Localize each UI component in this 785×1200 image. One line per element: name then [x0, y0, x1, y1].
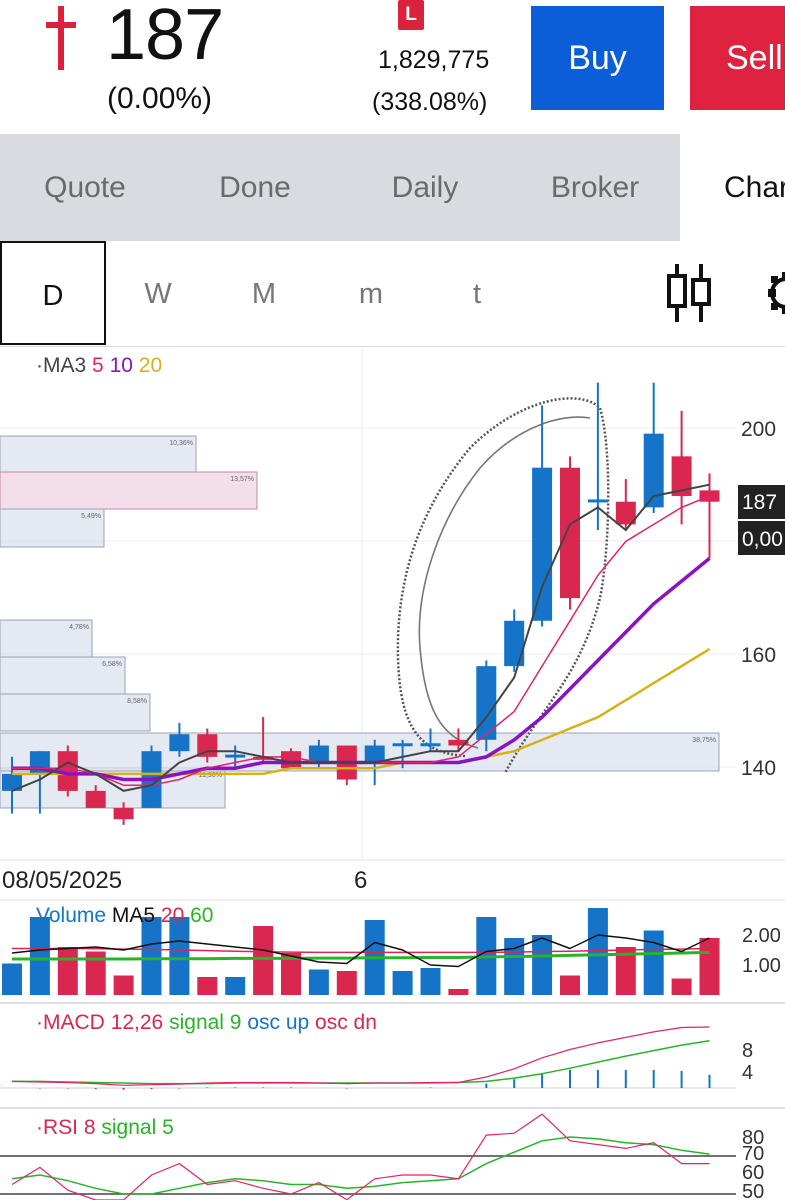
- candlestick-icon[interactable]: [664, 262, 714, 324]
- tab-done[interactable]: Done: [170, 134, 340, 241]
- volume-bar: [253, 926, 274, 995]
- gear-icon[interactable]: [760, 268, 785, 318]
- volume-bar: [699, 938, 720, 995]
- volume-profile-bar: [0, 435, 197, 473]
- volume-bar: [671, 978, 692, 995]
- cross-icon: [46, 6, 76, 70]
- macd-tick-label: 8: [742, 1040, 753, 1062]
- volume-bar: [532, 935, 553, 995]
- candle-body: [532, 467, 553, 621]
- price-change-percent: (0.00%): [107, 82, 213, 115]
- rsi-legend: ·RSI 8 signal 5: [36, 1116, 174, 1139]
- volume-profile-label: 5,49%: [81, 513, 101, 520]
- volume-legend: Volume MA5 20 60: [36, 904, 213, 927]
- tab-bar: Quote Done Daily Broker Chart: [0, 134, 785, 241]
- candle-body: [504, 620, 525, 667]
- volume-bar: [420, 968, 441, 995]
- macd-panel: [0, 1026, 736, 1090]
- macd-legend: ·MACD 12,26 signal 9 osc up osc dn: [36, 1011, 377, 1034]
- candle-body: [560, 467, 580, 599]
- volume-bar: [57, 947, 78, 995]
- chart-area[interactable]: 10,36%13,57%5,49%4,78%6,58%8,58%11,90%38…: [0, 348, 785, 1200]
- volume-tick-label: 1.00: [742, 955, 781, 977]
- volume-profile-label: 4,78%: [69, 624, 89, 631]
- macd-signal-line: [12, 1039, 710, 1085]
- volume-bar: [392, 971, 413, 995]
- volume-bar: [643, 930, 664, 995]
- change-tag-label: 0,00: [742, 528, 783, 551]
- candle-body: [308, 745, 329, 763]
- y-tick-label: 200: [741, 418, 776, 441]
- macd-tick-label: 4: [742, 1062, 753, 1084]
- y-tick-label: 140: [741, 757, 776, 780]
- volume-bar: [113, 975, 134, 995]
- price-legend: ·MA3 5 10 20: [36, 354, 162, 377]
- tab-daily[interactable]: Daily: [340, 134, 510, 241]
- volume-bar: [225, 977, 246, 995]
- tab-quote[interactable]: Quote: [0, 134, 170, 241]
- period-minute[interactable]: m: [331, 241, 411, 347]
- volume-profile-label: 6,58%: [102, 661, 122, 668]
- quote-header: 187 (0.00%) L 1,829,775 (338.08%) Buy Se…: [0, 0, 785, 134]
- volume-bar: [560, 975, 580, 995]
- volume-profile-label: 10,36%: [169, 440, 193, 447]
- candle-body: [364, 745, 385, 763]
- candle-body: [225, 754, 246, 758]
- sell-button[interactable]: Sell: [690, 6, 785, 110]
- volume-profile-bar: [0, 732, 720, 772]
- rsi-tick-label: 50: [742, 1181, 764, 1200]
- period-tick[interactable]: t: [437, 241, 517, 347]
- volume-bar: [141, 917, 162, 995]
- candle-body: [392, 743, 413, 747]
- candle-body: [113, 807, 134, 820]
- tab-broker[interactable]: Broker: [510, 134, 680, 241]
- volume-profile-label: 13,57%: [230, 476, 254, 483]
- volume-bar: [29, 917, 50, 995]
- lot-badge: L: [398, 0, 424, 30]
- candle-body: [587, 499, 608, 503]
- x-axis-label: 6: [354, 867, 367, 894]
- volume-bar: [169, 917, 190, 995]
- candle-body: [281, 751, 301, 769]
- volume-bar: [2, 963, 22, 995]
- volume-tick-label: 2.00: [742, 925, 781, 947]
- volume-profile: 10,36%13,57%5,49%4,78%6,58%8,58%11,90%38…: [0, 435, 720, 809]
- volume-profile-label: 38,75%: [692, 737, 716, 744]
- period-day[interactable]: D: [0, 241, 106, 345]
- volume-bar: [308, 969, 329, 995]
- last-price-tag-label: 187: [742, 491, 777, 514]
- volume-bar: [448, 989, 469, 995]
- volume-profile-bar: [0, 471, 258, 510]
- macd-line: [11, 1026, 710, 1086]
- last-price: 187: [106, 0, 224, 75]
- volume-total: 1,829,775: [378, 46, 490, 74]
- volume-percent: (338.08%): [372, 88, 488, 116]
- period-week[interactable]: W: [118, 241, 198, 347]
- candle-body: [169, 734, 190, 752]
- tab-chart[interactable]: Chart: [680, 134, 785, 241]
- candle-body: [420, 743, 441, 747]
- volume-bar: [197, 977, 218, 995]
- buy-button[interactable]: Buy: [531, 6, 664, 110]
- volume-bar: [336, 971, 357, 995]
- y-tick-label: 160: [741, 644, 776, 667]
- volume-profile-label: 8,58%: [127, 698, 147, 705]
- x-axis-label: 08/05/2025: [2, 867, 122, 894]
- candle-body: [85, 790, 106, 808]
- period-month[interactable]: M: [224, 241, 304, 347]
